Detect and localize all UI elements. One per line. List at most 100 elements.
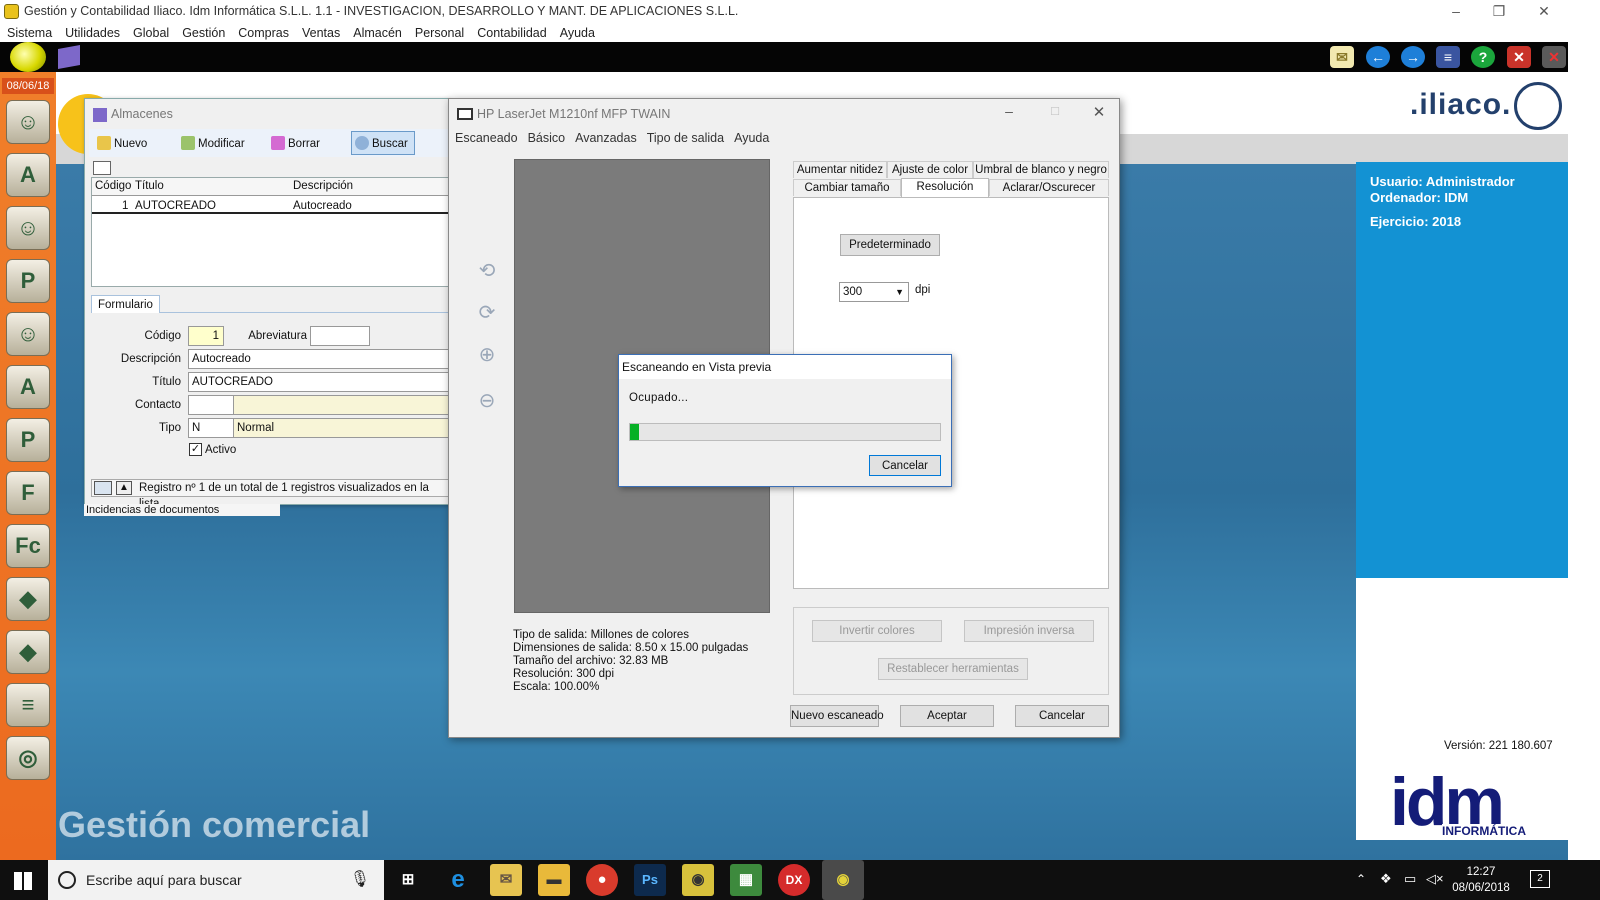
twain-menu-escaneado[interactable]: Escaneado — [455, 131, 518, 145]
zoom-out-icon[interactable]: ⊖ — [473, 387, 501, 415]
tipo-code-field[interactable]: N — [188, 418, 234, 438]
orders-icon[interactable]: P — [6, 418, 50, 462]
twain-maximize-button[interactable]: □ — [1043, 103, 1067, 123]
notifications-icon[interactable]: 2 — [1530, 870, 1550, 888]
tab-aclarar-oscurecer[interactable]: Aclarar/Oscurecer — [989, 179, 1109, 196]
descripcion-field[interactable]: Autocreado — [188, 349, 450, 369]
default-button[interactable]: Predeterminado — [840, 234, 940, 256]
new-scan-button[interactable]: Nuevo escaneado — [790, 705, 884, 727]
menu-personal[interactable]: Personal — [415, 24, 464, 42]
close-window-icon[interactable]: ✕ — [1507, 46, 1531, 68]
forward-arrow-icon[interactable]: → — [1401, 46, 1425, 68]
scan-progress-dialog[interactable]: Escaneando en Vista previa Ocupado... Ca… — [618, 354, 952, 487]
spreadsheet-app-icon[interactable]: ▦ — [730, 864, 762, 896]
exit-icon[interactable]: ✕ — [1542, 46, 1566, 68]
minimize-button[interactable]: – — [1433, 0, 1479, 24]
column-codigo[interactable]: Código — [95, 178, 131, 194]
rotate-right-icon[interactable]: ⟳ — [473, 299, 501, 327]
credit-invoices-icon[interactable]: Fc — [6, 524, 50, 568]
dropbox-icon[interactable]: ❖ — [1380, 871, 1392, 887]
taskbar-clock[interactable]: 12:27 08/06/2018 — [1436, 864, 1526, 896]
twain-menu-ayuda[interactable]: Ayuda — [734, 131, 769, 145]
file-explorer-icon[interactable]: ▬ — [538, 864, 570, 896]
start-windows-icon[interactable] — [14, 872, 32, 890]
tab-ajuste-color[interactable]: Ajuste de color — [887, 161, 973, 178]
menu-compras[interactable]: Compras — [238, 24, 289, 42]
search-button[interactable]: Buscar — [351, 131, 415, 155]
almacenes-window[interactable]: Almacenes Nuevo Modificar Borrar Buscar … — [84, 98, 450, 510]
reverse-print-button[interactable]: Impresión inversa — [964, 620, 1094, 642]
gestion-app-active-icon[interactable]: ◉ — [822, 860, 864, 900]
providers-icon[interactable]: P — [6, 259, 50, 303]
reset-tools-button[interactable]: Restablecer herramientas — [878, 658, 1028, 680]
column-descripcion[interactable]: Descripción — [293, 178, 353, 194]
menu-utilidades[interactable]: Utilidades — [65, 24, 120, 42]
cube-icon[interactable] — [58, 45, 80, 69]
collapse-up-icon[interactable]: ▲ — [116, 481, 132, 495]
almacenes-grid[interactable]: Código Título Descripción 1 AUTOCREADO A… — [91, 177, 450, 287]
table-row[interactable]: 1 AUTOCREADO Autocreado — [92, 198, 450, 214]
articles-icon[interactable]: A — [6, 153, 50, 197]
titulo-field[interactable]: AUTOCREADO — [188, 372, 450, 392]
modify-button[interactable]: Modificar — [177, 131, 252, 155]
close-button[interactable]: ✕ — [1521, 0, 1567, 24]
dx-app-icon[interactable]: DX — [778, 864, 810, 896]
list-view-icon[interactable] — [94, 481, 112, 495]
zoom-in-icon[interactable]: ⊕ — [473, 341, 501, 369]
menu-gestion[interactable]: Gestión — [182, 24, 225, 42]
contacto-code-field[interactable] — [188, 395, 234, 415]
tab-incidencias-documentos[interactable]: Incidencias de documentos — [84, 504, 280, 516]
home-orb-icon[interactable] — [10, 42, 46, 72]
tab-formulario[interactable]: Formulario — [91, 295, 160, 313]
menu-contabilidad[interactable]: Contabilidad — [477, 24, 547, 42]
tab-cambiar-tamano[interactable]: Cambiar tamaño — [793, 179, 901, 196]
task-view-icon[interactable]: ⊞ — [392, 864, 424, 896]
twain-menu-avanzadas[interactable]: Avanzadas — [575, 131, 637, 145]
twain-menu-tipo-salida[interactable]: Tipo de salida — [647, 131, 724, 145]
menu-ventas[interactable]: Ventas — [302, 24, 340, 42]
photoshop-icon[interactable]: Ps — [634, 864, 666, 896]
agents-icon[interactable]: A — [6, 365, 50, 409]
contacts-icon[interactable]: ☺ — [6, 312, 50, 356]
menu-almacen[interactable]: Almacén — [353, 24, 402, 42]
invoices-icon[interactable]: F — [6, 471, 50, 515]
resolution-select[interactable]: 300 ▼ — [839, 282, 909, 302]
delete-button[interactable]: Borrar — [267, 131, 327, 155]
abreviatura-field[interactable] — [310, 326, 370, 346]
windows-list-icon[interactable]: ≡ — [1436, 46, 1460, 68]
rotate-left-icon[interactable]: ⟲ — [473, 257, 501, 285]
accept-button[interactable]: Aceptar — [900, 705, 994, 727]
twain-minimize-button[interactable]: – — [997, 103, 1021, 123]
mail-icon[interactable]: ✉ — [1330, 46, 1354, 68]
clients-icon[interactable]: ☺ — [6, 100, 50, 144]
codigo-field[interactable]: 1 — [188, 326, 224, 346]
menu-ayuda[interactable]: Ayuda — [560, 24, 595, 42]
twain-close-button[interactable]: ✕ — [1087, 103, 1111, 123]
menu-sistema[interactable]: Sistema — [7, 24, 52, 42]
invert-colors-button[interactable]: Invertir colores — [812, 620, 942, 642]
dialog-cancel-button[interactable]: Cancelar — [869, 455, 941, 476]
twain-cancel-button[interactable]: Cancelar — [1015, 705, 1109, 727]
user-icon[interactable]: ☺ — [6, 206, 50, 250]
new-button[interactable]: Nuevo — [93, 131, 154, 155]
back-arrow-icon[interactable]: ← — [1366, 46, 1390, 68]
twain-menu-basico[interactable]: Básico — [528, 131, 566, 145]
purchases-bag-icon[interactable]: ◆ — [6, 577, 50, 621]
activo-checkbox[interactable]: ✓ — [189, 443, 202, 456]
menu-global[interactable]: Global — [133, 24, 169, 42]
grid-options-icon[interactable] — [93, 161, 111, 175]
edge-icon[interactable]: e — [442, 864, 474, 896]
tab-aumentar-nitidez[interactable]: Aumentar nitidez — [793, 161, 887, 178]
restore-button[interactable]: ❐ — [1476, 0, 1522, 24]
tab-umbral-blanco-negro[interactable]: Umbral de blanco y negro — [973, 161, 1109, 178]
sales-bag-icon[interactable]: ◆ — [6, 630, 50, 674]
mail-app-icon[interactable]: ✉ — [490, 864, 522, 896]
tray-chevron-up-icon[interactable]: ⌃ — [1356, 872, 1366, 886]
microphone-icon[interactable]: 🎙︎ — [350, 860, 370, 900]
network-icon[interactable]: ▭ — [1404, 871, 1416, 887]
chrome-icon[interactable]: ● — [586, 864, 618, 896]
help-icon[interactable]: ? — [1471, 46, 1495, 68]
taskbar-search-box[interactable]: Escribe aquí para buscar 🎙︎ — [48, 860, 384, 900]
ledger-icon[interactable]: ≡ — [6, 683, 50, 727]
iliaco-app-icon[interactable]: ◉ — [682, 864, 714, 896]
